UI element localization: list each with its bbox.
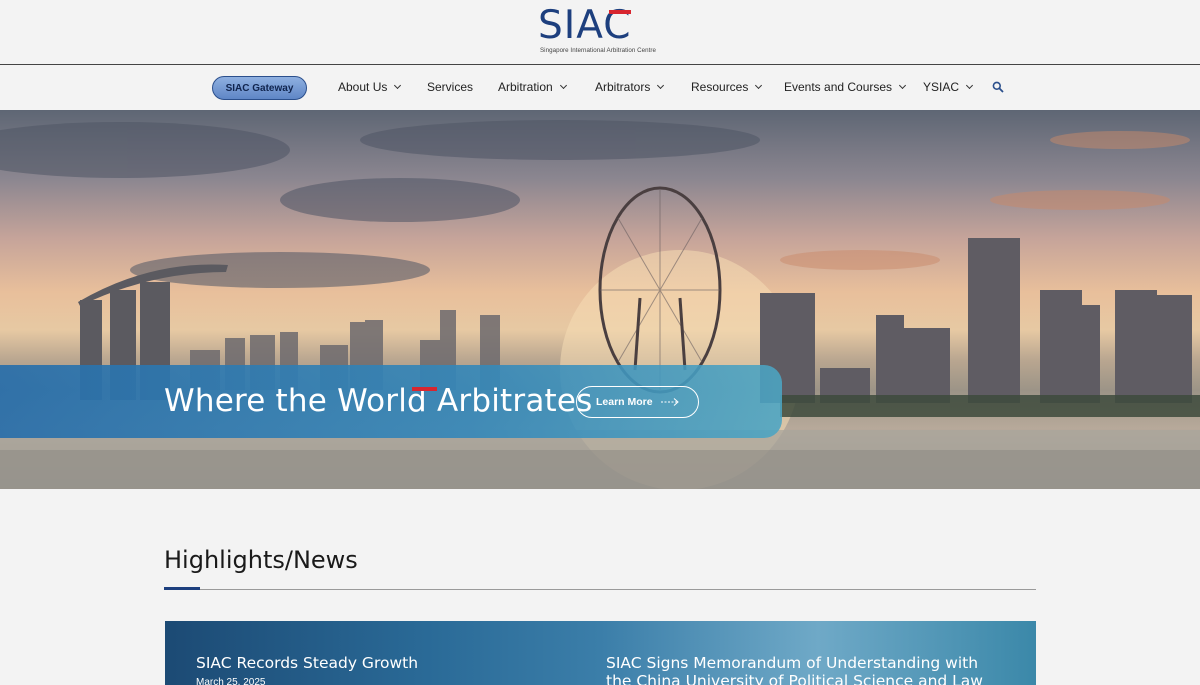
news-carousel: SIAC Records Steady Growth March 25, 202… — [165, 621, 1036, 685]
header: SIAC Singapore International Arbitration… — [0, 0, 1200, 65]
news-item-title[interactable]: SIAC Signs Memorandum of Understanding w… — [606, 654, 986, 685]
nav-item-label: Arbitration — [498, 80, 553, 94]
nav-item-label: YSIAC — [923, 80, 960, 94]
nav-item-events-and-courses[interactable]: Events and Courses — [784, 80, 907, 94]
nav-item-services[interactable]: Services — [427, 80, 473, 94]
nav-item-arbitrators[interactable]: Arbitrators — [595, 80, 665, 94]
siac-gateway-button[interactable]: SIAC Gateway — [212, 76, 307, 100]
learn-more-button[interactable]: Learn More — [576, 386, 699, 418]
nav-item-label: Events and Courses — [784, 80, 893, 94]
logo-subtitle: Singapore International Arbitration Cent… — [540, 47, 656, 54]
search-icon[interactable] — [992, 81, 1004, 93]
arrow-right-icon — [661, 398, 679, 406]
news-item-date: March 25, 2025 — [196, 677, 266, 685]
nav-item-label: About Us — [338, 80, 388, 94]
chevron-down-icon — [657, 81, 665, 90]
main-nav: SIAC Gateway About Us Services Arbitrati… — [0, 65, 1200, 110]
nav-item-arbitration[interactable]: Arbitration — [498, 80, 567, 94]
chevron-down-icon — [559, 81, 567, 90]
nav-item-label: Resources — [691, 80, 749, 94]
chevron-down-icon — [394, 81, 402, 90]
news-item-title[interactable]: SIAC Records Steady Growth — [196, 654, 526, 672]
nav-item-ysiac[interactable]: YSIAC — [923, 80, 974, 94]
nav-item-about-us[interactable]: About Us — [338, 80, 402, 94]
highlights-heading: Highlights/News — [164, 546, 358, 574]
hero-banner: Where the World Arbitrates Learn More — [0, 110, 1200, 489]
nav-item-label: Services — [427, 80, 474, 94]
chevron-down-icon — [965, 81, 974, 90]
logo-red-accent — [609, 10, 631, 14]
chevron-down-icon — [755, 81, 763, 90]
nav-item-resources[interactable]: Resources — [691, 80, 763, 94]
nav-item-label: Arbitrators — [595, 80, 651, 94]
learn-more-label: Learn More — [596, 396, 653, 408]
highlights-accent-bar — [164, 587, 200, 590]
siac-logo[interactable]: SIAC Singapore International Arbitration… — [538, 6, 656, 56]
hero-headline-banner: Where the World Arbitrates Learn More — [0, 365, 782, 438]
headline-red-accent — [412, 387, 437, 391]
highlights-divider — [164, 589, 1036, 590]
hero-headline: Where the World Arbitrates — [164, 383, 593, 419]
chevron-down-icon — [899, 81, 907, 90]
